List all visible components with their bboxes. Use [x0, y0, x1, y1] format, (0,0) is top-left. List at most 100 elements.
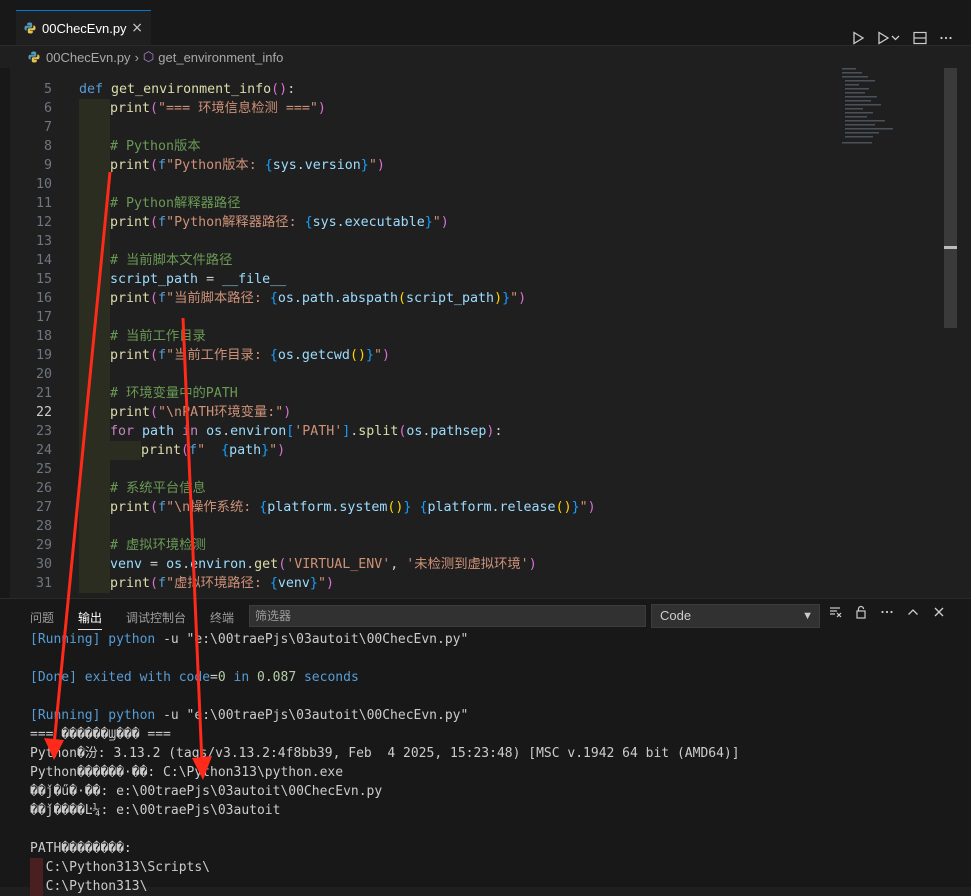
close-icon[interactable]: × [131, 20, 143, 36]
line-number: 30 [35, 557, 52, 572]
line-number: 11 [35, 196, 52, 211]
output-line: [Done] exited with code=0 in 0.087 secon… [30, 670, 359, 685]
output-line: PATH��������: [30, 841, 132, 856]
code-editor[interactable]: ⧉ 5def get_environment_info():6print("==… [0, 68, 971, 598]
close-panel-icon[interactable] [932, 605, 946, 623]
code-text: venv = os.environ.get('VIRTUAL_ENV', '未检… [110, 557, 537, 572]
code-line[interactable]: 25 [0, 460, 840, 479]
code-text: # 环境变量中的PATH [110, 386, 238, 401]
minimap[interactable] [842, 68, 942, 148]
code-line[interactable]: 8 # Python版本 [0, 137, 840, 156]
code-text: print("\nPATH环境变量:") [110, 405, 292, 420]
method-icon: ⬡ [142, 49, 155, 64]
line-number: 29 [35, 538, 52, 553]
cursor-position-marker [944, 246, 957, 249]
maximize-panel-icon[interactable] [906, 605, 920, 623]
code-line[interactable]: 5 def get_environment_info(): [0, 80, 840, 99]
output-line: ��ǰ�ű�·��: e:\00traePjs\03autoit\00ChecE… [30, 784, 383, 799]
code-line[interactable]: 21 # 环境变量中的PATH [0, 384, 840, 403]
code-line[interactable]: 30 venv = os.environ.get('VIRTUAL_ENV', '… [0, 555, 840, 574]
breadcrumb: 00ChecEvn.py › ⬡ get_environment_info [0, 46, 971, 68]
more-actions-icon[interactable] [880, 605, 894, 623]
tab-00checevn[interactable]: 00ChecEvn.py × [16, 10, 151, 45]
code-line[interactable]: 20 [0, 365, 840, 384]
code-line[interactable]: 29 # 虚拟环境检测 [0, 536, 840, 555]
line-number: 23 [35, 424, 52, 439]
code-line[interactable]: 10 [0, 175, 840, 194]
code-line[interactable]: 19 print(f"当前工作目录: {os.getcwd()}") [0, 346, 840, 365]
output-line: C:\Python313\ [30, 879, 148, 894]
line-number: 31 [35, 576, 52, 591]
code-line[interactable]: 18 # 当前工作目录 [0, 327, 840, 346]
code-text: print(f"Python解释器路径: {sys.executable}") [110, 215, 449, 230]
line-number: 16 [35, 291, 52, 306]
lock-icon[interactable] [854, 605, 868, 623]
code-text: for path in os.environ['PATH'].split(os.… [110, 424, 503, 439]
code-line[interactable]: 24 print(f" {path}") [0, 441, 840, 460]
editor-tab-bar: 00ChecEvn.py × [0, 10, 971, 46]
code-text: print(f" {path}") [141, 443, 286, 458]
code-text: print(f"虚拟环境路径: {venv}") [110, 576, 334, 591]
code-line[interactable]: 13 [0, 232, 840, 251]
tab-debug-console[interactable]: 调试控制台 [126, 609, 186, 630]
output-line: [Running] python -u "e:\00traePjs\03auto… [30, 632, 469, 647]
code-line[interactable]: 12 print(f"Python解释器路径: {sys.executable}"… [0, 213, 840, 232]
filter-input[interactable]: 筛选器 [249, 605, 646, 627]
python-file-icon [24, 22, 36, 34]
code-line[interactable]: 27 print(f"\n操作系统: {platform.system()} {p… [0, 498, 840, 517]
code-line[interactable]: 22 print("\nPATH环境变量:") [0, 403, 840, 422]
title-strip [0, 0, 971, 10]
code-text: print(f"当前脚本路径: {os.path.abspath(script_… [110, 291, 527, 306]
debug-run-icon[interactable] [877, 30, 901, 45]
panel-tabs: 问题 输出 调试控制台 终端 [30, 609, 234, 630]
output-channel-select[interactable]: Code ▼ [651, 604, 820, 628]
output-line: Python������·��: C:\Python313\python.exe [30, 765, 344, 780]
code-text: # 当前脚本文件路径 [110, 253, 233, 268]
code-text: # 当前工作目录 [110, 329, 206, 344]
line-number: 17 [35, 310, 52, 325]
output-line: ��ǰ����Ŀ¼: e:\00traePjs\03autoit [30, 803, 281, 818]
code-text: print(f"Python版本: {sys.version}") [110, 158, 385, 173]
code-line[interactable]: 14 # 当前脚本文件路径 [0, 251, 840, 270]
vertical-scrollbar[interactable] [944, 68, 957, 328]
tab-problems[interactable]: 问题 [30, 609, 54, 630]
line-number: 25 [35, 462, 52, 477]
line-number: 26 [35, 481, 52, 496]
line-number: 18 [35, 329, 52, 344]
code-text: script_path = __file__ [110, 272, 287, 287]
tab-terminal[interactable]: 终端 [210, 609, 234, 630]
code-text: def get_environment_info(): [79, 82, 296, 97]
tab-output[interactable]: 输出 [78, 609, 103, 630]
code-line[interactable]: 28 [0, 517, 840, 536]
line-number: 21 [35, 386, 52, 401]
line-number: 13 [35, 234, 52, 249]
code-text: # Python版本 [110, 139, 201, 154]
line-number: 6 [43, 101, 52, 116]
code-text: print(f"\n操作系统: {platform.system()} {pla… [110, 500, 596, 515]
code-line[interactable]: 15 script_path = __file__ [0, 270, 840, 289]
code-line[interactable]: 23 for path in os.environ['PATH'].split(o… [0, 422, 840, 441]
code-line[interactable]: 9 print(f"Python版本: {sys.version}") [0, 156, 840, 175]
breadcrumb-file[interactable]: 00ChecEvn.py [46, 50, 131, 65]
line-number: 22 [35, 405, 52, 420]
code-text: print(f"当前工作目录: {os.getcwd()}") [110, 348, 391, 363]
line-number: 19 [35, 348, 52, 363]
breadcrumb-symbol[interactable]: get_environment_info [158, 50, 283, 65]
line-number: 24 [35, 443, 52, 458]
code-line[interactable]: 31 print(f"虚拟环境路径: {venv}") [0, 574, 840, 593]
clear-output-icon[interactable] [828, 605, 842, 623]
code-line[interactable]: 16 print(f"当前脚本路径: {os.path.abspath(scrip… [0, 289, 840, 308]
code-line[interactable]: 6 print("=== 环境信息检测 ===") [0, 99, 840, 118]
code-line[interactable]: 17 [0, 308, 840, 327]
code-line[interactable]: 7 [0, 118, 840, 137]
code-text: # 虚拟环境检测 [110, 538, 206, 553]
run-icon[interactable] [851, 30, 865, 45]
code-line[interactable]: 11 # Python解释器路径 [0, 194, 840, 213]
more-actions-icon[interactable] [939, 31, 953, 45]
python-file-icon [28, 51, 40, 63]
split-editor-icon[interactable] [913, 31, 927, 45]
code-line[interactable]: 26 # 系统平台信息 [0, 479, 840, 498]
panel-actions [828, 605, 946, 623]
line-number: 15 [35, 272, 52, 287]
line-number: 5 [43, 82, 52, 97]
